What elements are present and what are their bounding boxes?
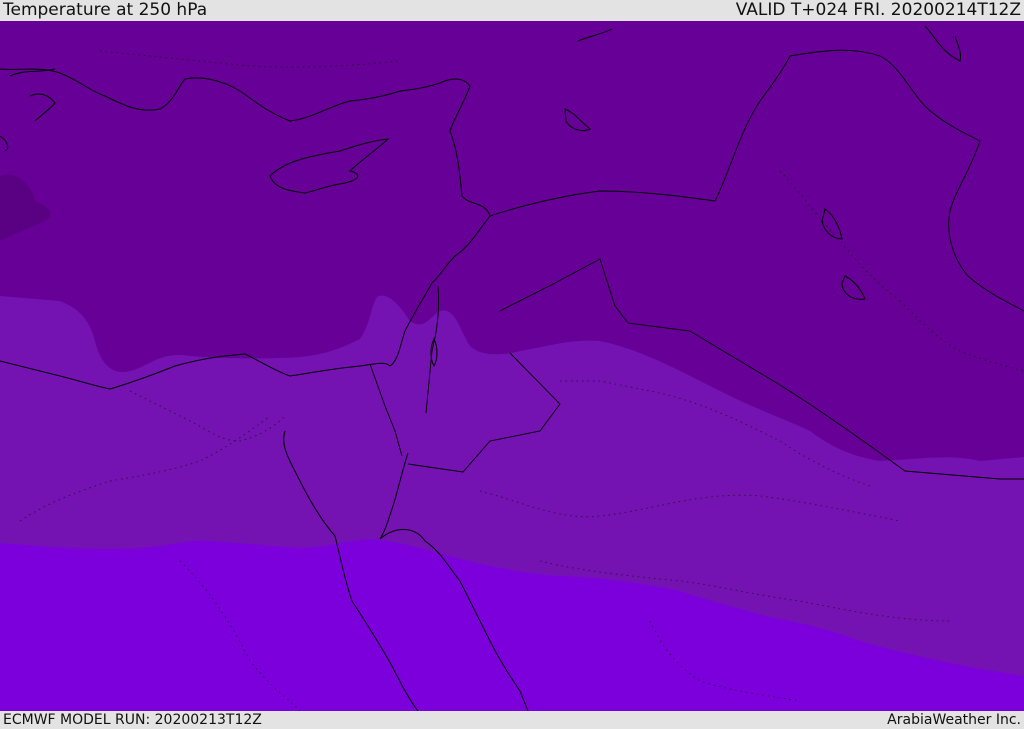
valid-time: VALID T+024 FRI. 20200214T12Z: [735, 0, 1021, 20]
model-run: ECMWF MODEL RUN: 20200213T12Z: [3, 712, 262, 728]
map-title: Temperature at 250 hPa: [3, 0, 208, 20]
footer-bar: ECMWF MODEL RUN: 20200213T12Z ArabiaWeat…: [0, 711, 1024, 729]
map-area[interactable]: [0, 21, 1024, 711]
header-bar: Temperature at 250 hPa VALID T+024 FRI. …: [0, 0, 1024, 21]
temperature-map[interactable]: [0, 21, 1024, 711]
credit: ArabiaWeather Inc.: [887, 712, 1021, 728]
